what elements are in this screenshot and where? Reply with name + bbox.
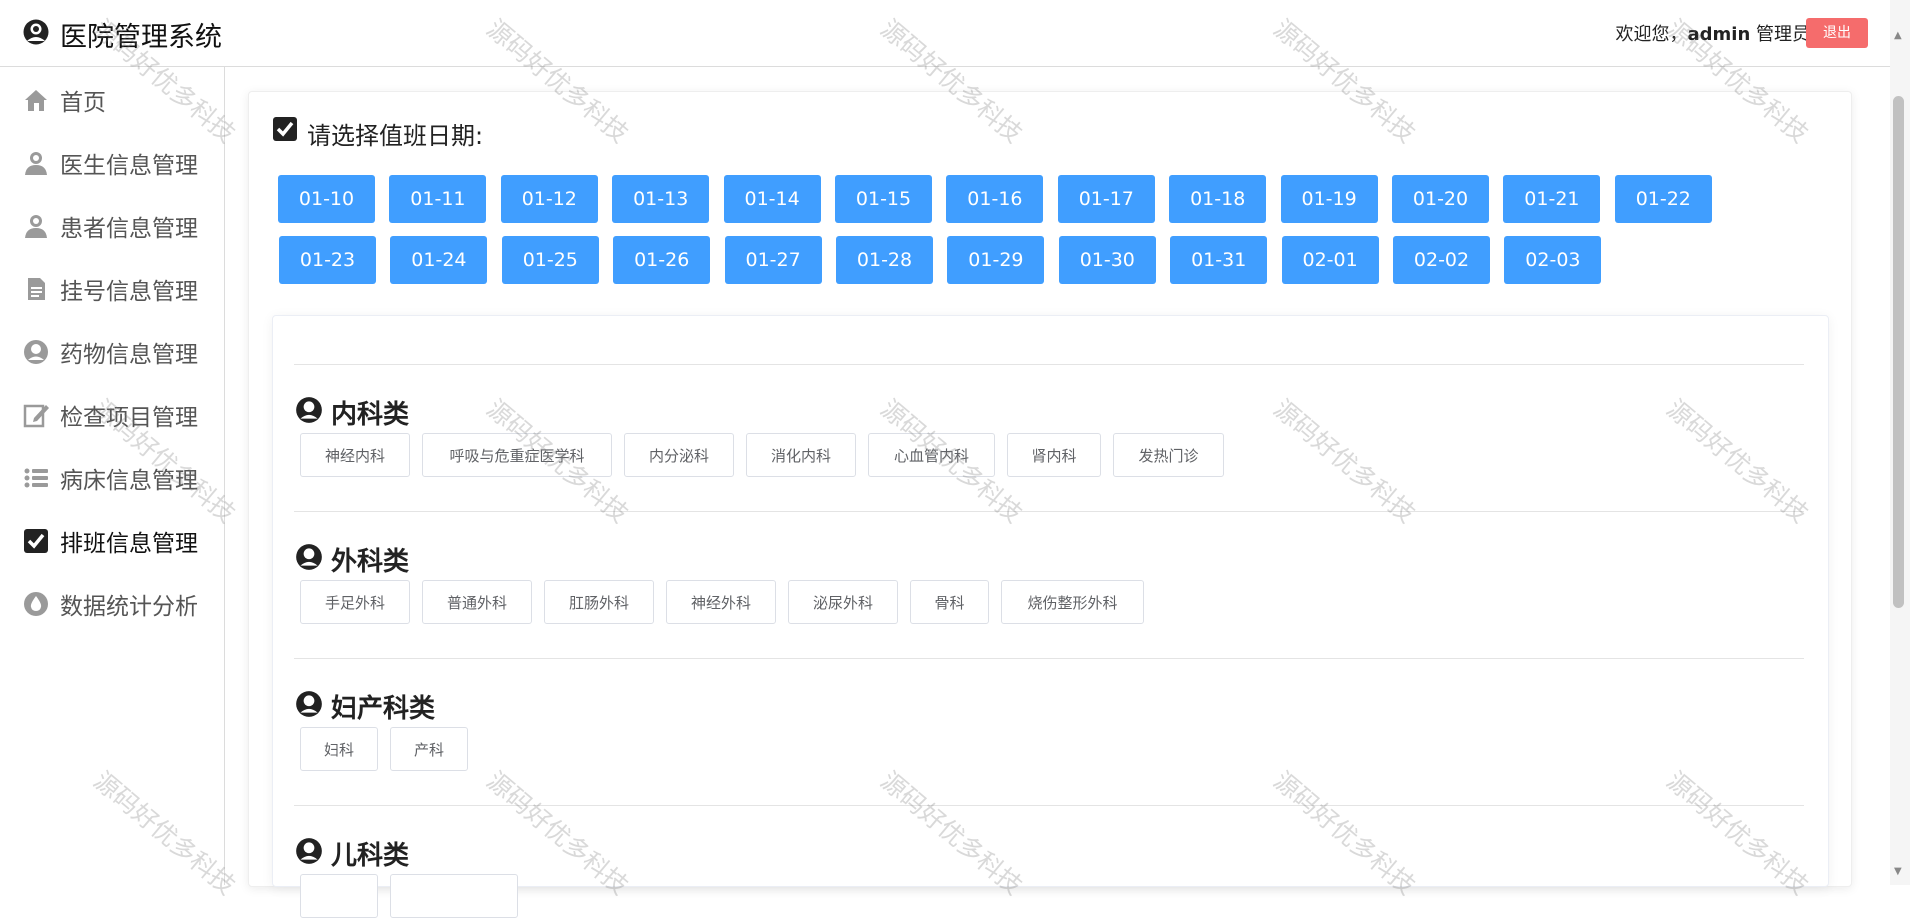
department-button[interactable]: 泌尿外科: [788, 580, 898, 624]
scrollbar-thumb[interactable]: [1893, 96, 1904, 608]
scroll-down-icon[interactable]: ▼: [1894, 866, 1902, 877]
welcome-prefix: 欢迎您，: [1615, 24, 1688, 45]
date-button[interactable]: 01-21: [1503, 175, 1601, 223]
category-title: 外科类: [331, 547, 410, 577]
category-divider: [294, 364, 1804, 365]
sidebar-item-label: 病床信息管理: [60, 468, 198, 494]
date-button[interactable]: 02-02: [1393, 236, 1490, 284]
scroll-up-icon[interactable]: ▲: [1894, 30, 1902, 41]
date-button[interactable]: 01-19: [1280, 175, 1378, 223]
sidebar-item-3[interactable]: 患者信息管理: [0, 202, 224, 250]
department-button[interactable]: 骨科: [910, 580, 989, 624]
date-button[interactable]: 01-24: [390, 236, 488, 284]
checkbox-icon: [24, 529, 48, 553]
medicine-icon: [24, 340, 48, 364]
date-button[interactable]: 01-13: [612, 175, 710, 223]
sidebar-item-5[interactable]: 药物信息管理: [0, 328, 224, 376]
department-button[interactable]: 普通外科: [422, 580, 532, 624]
document-icon: [28, 278, 45, 300]
app-title: 医院管理系统: [60, 22, 222, 53]
date-button[interactable]: 01-14: [723, 175, 821, 223]
department-button[interactable]: [300, 874, 378, 918]
department-button[interactable]: 烧伤整形外科: [1001, 580, 1144, 624]
department-button[interactable]: 神经外科: [666, 580, 776, 624]
category-icon: [296, 691, 322, 717]
department-button[interactable]: 妇科: [300, 727, 378, 771]
drop-icon: [24, 592, 48, 616]
sidebar-item-label: 检查项目管理: [60, 405, 198, 431]
category-icon: [296, 397, 322, 423]
department-button[interactable]: 心血管内科: [868, 433, 995, 477]
welcome-text: 欢迎您，admin 管理员: [1615, 20, 1810, 46]
department-button[interactable]: 内分泌科: [624, 433, 734, 477]
sidebar-item-label: 患者信息管理: [60, 216, 198, 242]
department-button[interactable]: 肛肠外科: [544, 580, 654, 624]
date-button[interactable]: 01-20: [1392, 175, 1489, 223]
date-button[interactable]: 01-25: [501, 236, 599, 284]
home-icon: [25, 90, 47, 111]
sidebar-item-label: 药物信息管理: [60, 342, 198, 368]
checkbox-icon: [273, 117, 297, 141]
date-button[interactable]: 02-03: [1504, 236, 1602, 284]
department-button[interactable]: 肾内科: [1007, 433, 1101, 477]
logout-button[interactable]: 退出: [1806, 18, 1868, 48]
date-button[interactable]: 01-29: [947, 236, 1045, 284]
date-button[interactable]: 01-16: [946, 175, 1044, 223]
sidebar-item-1[interactable]: 首页: [0, 76, 224, 124]
date-button[interactable]: 01-10: [278, 175, 375, 223]
list-icon: [24, 468, 48, 488]
category-title: 妇产科类: [331, 694, 436, 724]
sidebar-item-label: 医生信息管理: [60, 153, 198, 179]
top-header: 医院管理系统 欢迎您，admin 管理员: [0, 0, 1890, 67]
sidebar-item-label: 排班信息管理: [60, 531, 198, 557]
department-button[interactable]: 神经内科: [300, 433, 410, 477]
sidebar-item-9[interactable]: 数据统计分析: [0, 580, 224, 628]
sidebar-item-2[interactable]: 医生信息管理: [0, 139, 224, 187]
date-button[interactable]: 01-23: [279, 236, 376, 284]
sidebar-item-label: 首页: [60, 90, 106, 116]
department-button[interactable]: 发热门诊: [1113, 433, 1224, 477]
date-button[interactable]: 01-15: [835, 175, 932, 223]
category-divider: [294, 658, 1804, 659]
patient-icon: [25, 215, 47, 238]
category-title: 内科类: [331, 400, 410, 430]
edit-icon: [23, 404, 49, 428]
date-button[interactable]: 01-11: [389, 175, 487, 223]
date-button[interactable]: 01-26: [613, 236, 711, 284]
date-button[interactable]: 01-28: [836, 236, 933, 284]
sidebar-item-label: 数据统计分析: [60, 594, 198, 620]
date-button[interactable]: 01-22: [1614, 175, 1712, 223]
doctor-icon: [25, 152, 47, 175]
username: admin: [1687, 24, 1751, 45]
department-button[interactable]: 产科: [390, 727, 468, 771]
category-icon: [296, 544, 322, 570]
category-divider: [294, 805, 1804, 806]
date-button[interactable]: 01-18: [1169, 175, 1267, 223]
department-button[interactable]: 手足外科: [300, 580, 410, 624]
sidebar-item-7[interactable]: 病床信息管理: [0, 454, 224, 502]
user-role: 管理员: [1756, 24, 1810, 45]
category-icon: [296, 838, 322, 864]
sidebar-item-4[interactable]: 挂号信息管理: [0, 265, 224, 313]
date-button[interactable]: 01-27: [724, 236, 822, 284]
date-button[interactable]: 01-17: [1057, 175, 1155, 223]
sidebar-item-8[interactable]: 排班信息管理: [0, 517, 224, 565]
date-button[interactable]: 01-12: [500, 175, 598, 223]
sidebar-item-6[interactable]: 检查项目管理: [0, 391, 224, 439]
department-button[interactable]: 消化内科: [746, 433, 856, 477]
date-button[interactable]: 01-30: [1058, 236, 1156, 284]
date-button[interactable]: 02-01: [1281, 236, 1379, 284]
department-button[interactable]: 呼吸与危重症医学科: [422, 433, 612, 477]
date-select-heading: 请选择值班日期:: [307, 122, 484, 150]
hospital-logo-icon: [23, 19, 49, 45]
sidebar-item-label: 挂号信息管理: [60, 279, 198, 305]
category-title: 儿科类: [331, 841, 410, 871]
category-divider: [294, 511, 1804, 512]
department-button[interactable]: [390, 874, 518, 918]
date-button[interactable]: 01-31: [1170, 236, 1268, 284]
